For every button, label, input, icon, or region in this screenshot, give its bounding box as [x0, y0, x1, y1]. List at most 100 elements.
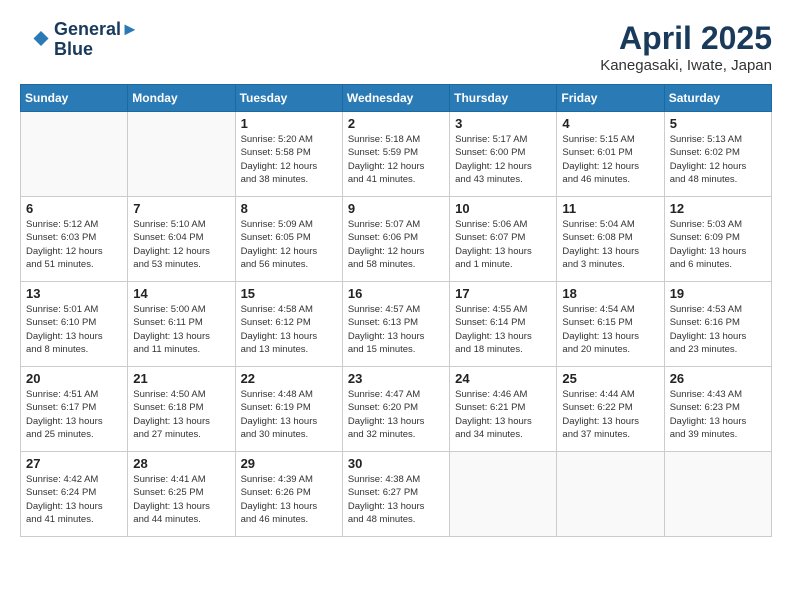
day-info: Sunrise: 5:01 AM Sunset: 6:10 PM Dayligh…: [26, 303, 122, 356]
week-row-2: 13 Sunrise: 5:01 AM Sunset: 6:10 PM Dayli…: [21, 282, 772, 367]
day-number: 30: [348, 456, 444, 471]
weekday-header-row: SundayMondayTuesdayWednesdayThursdayFrid…: [21, 85, 772, 112]
day-number: 12: [670, 201, 766, 216]
day-info: Sunrise: 4:58 AM Sunset: 6:12 PM Dayligh…: [241, 303, 337, 356]
weekday-sunday: Sunday: [21, 85, 128, 112]
day-info: Sunrise: 4:42 AM Sunset: 6:24 PM Dayligh…: [26, 473, 122, 526]
day-number: 9: [348, 201, 444, 216]
day-number: 28: [133, 456, 229, 471]
title-block: April 2025 Kanegasaki, Iwate, Japan: [600, 20, 772, 74]
day-cell: 15 Sunrise: 4:58 AM Sunset: 6:12 PM Dayli…: [235, 282, 342, 367]
day-number: 4: [562, 116, 658, 131]
day-info: Sunrise: 5:04 AM Sunset: 6:08 PM Dayligh…: [562, 218, 658, 271]
calendar-body: 1Sunrise: 5:20 AM Sunset: 5:58 PM Daylig…: [21, 112, 772, 537]
day-info: Sunrise: 5:13 AM Sunset: 6:02 PM Dayligh…: [670, 133, 766, 186]
day-number: 18: [562, 286, 658, 301]
day-info: Sunrise: 5:10 AM Sunset: 6:04 PM Dayligh…: [133, 218, 229, 271]
day-number: 25: [562, 371, 658, 386]
day-number: 14: [133, 286, 229, 301]
day-info: Sunrise: 4:39 AM Sunset: 6:26 PM Dayligh…: [241, 473, 337, 526]
week-row-1: 6 Sunrise: 5:12 AM Sunset: 6:03 PM Daylig…: [21, 197, 772, 282]
day-number: 5: [670, 116, 766, 131]
week-row-0: 1Sunrise: 5:20 AM Sunset: 5:58 PM Daylig…: [21, 112, 772, 197]
day-info: Sunrise: 4:38 AM Sunset: 6:27 PM Dayligh…: [348, 473, 444, 526]
day-cell: 7 Sunrise: 5:10 AM Sunset: 6:04 PM Daylig…: [128, 197, 235, 282]
day-number: 26: [670, 371, 766, 386]
day-info: Sunrise: 5:12 AM Sunset: 6:03 PM Dayligh…: [26, 218, 122, 271]
logo-icon: [20, 25, 50, 55]
day-cell: 30 Sunrise: 4:38 AM Sunset: 6:27 PM Dayli…: [342, 452, 449, 537]
day-cell: 28 Sunrise: 4:41 AM Sunset: 6:25 PM Dayli…: [128, 452, 235, 537]
day-cell: 29Sunrise: 4:39 AM Sunset: 6:26 PM Dayli…: [235, 452, 342, 537]
day-number: 6: [26, 201, 122, 216]
day-info: Sunrise: 4:41 AM Sunset: 6:25 PM Dayligh…: [133, 473, 229, 526]
day-info: Sunrise: 4:54 AM Sunset: 6:15 PM Dayligh…: [562, 303, 658, 356]
day-number: 23: [348, 371, 444, 386]
day-number: 10: [455, 201, 551, 216]
day-cell: 5 Sunrise: 5:13 AM Sunset: 6:02 PM Daylig…: [664, 112, 771, 197]
day-number: 1: [241, 116, 337, 131]
day-cell: 26 Sunrise: 4:43 AM Sunset: 6:23 PM Dayli…: [664, 367, 771, 452]
weekday-friday: Friday: [557, 85, 664, 112]
day-cell: 12 Sunrise: 5:03 AM Sunset: 6:09 PM Dayli…: [664, 197, 771, 282]
weekday-wednesday: Wednesday: [342, 85, 449, 112]
day-cell: 6 Sunrise: 5:12 AM Sunset: 6:03 PM Daylig…: [21, 197, 128, 282]
weekday-thursday: Thursday: [450, 85, 557, 112]
day-number: 21: [133, 371, 229, 386]
weekday-monday: Monday: [128, 85, 235, 112]
day-info: Sunrise: 4:47 AM Sunset: 6:20 PM Dayligh…: [348, 388, 444, 441]
day-number: 3: [455, 116, 551, 131]
location-subtitle: Kanegasaki, Iwate, Japan: [600, 57, 772, 74]
day-info: Sunrise: 5:17 AM Sunset: 6:00 PM Dayligh…: [455, 133, 551, 186]
day-number: 19: [670, 286, 766, 301]
day-cell: 11 Sunrise: 5:04 AM Sunset: 6:08 PM Dayli…: [557, 197, 664, 282]
day-cell: 25 Sunrise: 4:44 AM Sunset: 6:22 PM Dayli…: [557, 367, 664, 452]
day-info: Sunrise: 5:03 AM Sunset: 6:09 PM Dayligh…: [670, 218, 766, 271]
day-info: Sunrise: 4:53 AM Sunset: 6:16 PM Dayligh…: [670, 303, 766, 356]
weekday-tuesday: Tuesday: [235, 85, 342, 112]
day-cell: 23 Sunrise: 4:47 AM Sunset: 6:20 PM Dayli…: [342, 367, 449, 452]
day-info: Sunrise: 4:43 AM Sunset: 6:23 PM Dayligh…: [670, 388, 766, 441]
day-number: 17: [455, 286, 551, 301]
day-cell: [557, 452, 664, 537]
day-info: Sunrise: 5:18 AM Sunset: 5:59 PM Dayligh…: [348, 133, 444, 186]
page-header: General► Blue April 2025 Kanegasaki, Iwa…: [20, 20, 772, 74]
day-cell: 10 Sunrise: 5:06 AM Sunset: 6:07 PM Dayli…: [450, 197, 557, 282]
day-number: 11: [562, 201, 658, 216]
day-cell: 21 Sunrise: 4:50 AM Sunset: 6:18 PM Dayli…: [128, 367, 235, 452]
day-cell: [128, 112, 235, 197]
day-cell: 18 Sunrise: 4:54 AM Sunset: 6:15 PM Dayli…: [557, 282, 664, 367]
day-number: 22: [241, 371, 337, 386]
day-cell: 19 Sunrise: 4:53 AM Sunset: 6:16 PM Dayli…: [664, 282, 771, 367]
calendar-table: SundayMondayTuesdayWednesdayThursdayFrid…: [20, 84, 772, 537]
day-cell: 13 Sunrise: 5:01 AM Sunset: 6:10 PM Dayli…: [21, 282, 128, 367]
day-cell: 14Sunrise: 5:00 AM Sunset: 6:11 PM Dayli…: [128, 282, 235, 367]
day-info: Sunrise: 5:09 AM Sunset: 6:05 PM Dayligh…: [241, 218, 337, 271]
day-cell: 1Sunrise: 5:20 AM Sunset: 5:58 PM Daylig…: [235, 112, 342, 197]
day-cell: [21, 112, 128, 197]
day-cell: 9 Sunrise: 5:07 AM Sunset: 6:06 PM Daylig…: [342, 197, 449, 282]
day-info: Sunrise: 4:55 AM Sunset: 6:14 PM Dayligh…: [455, 303, 551, 356]
day-number: 16: [348, 286, 444, 301]
day-number: 15: [241, 286, 337, 301]
day-cell: 22 Sunrise: 4:48 AM Sunset: 6:19 PM Dayli…: [235, 367, 342, 452]
day-cell: 8Sunrise: 5:09 AM Sunset: 6:05 PM Daylig…: [235, 197, 342, 282]
day-number: 13: [26, 286, 122, 301]
week-row-3: 20Sunrise: 4:51 AM Sunset: 6:17 PM Dayli…: [21, 367, 772, 452]
day-cell: [450, 452, 557, 537]
weekday-saturday: Saturday: [664, 85, 771, 112]
week-row-4: 27 Sunrise: 4:42 AM Sunset: 6:24 PM Dayli…: [21, 452, 772, 537]
day-info: Sunrise: 4:50 AM Sunset: 6:18 PM Dayligh…: [133, 388, 229, 441]
day-cell: 17 Sunrise: 4:55 AM Sunset: 6:14 PM Dayli…: [450, 282, 557, 367]
day-info: Sunrise: 4:48 AM Sunset: 6:19 PM Dayligh…: [241, 388, 337, 441]
day-number: 2: [348, 116, 444, 131]
day-cell: 16Sunrise: 4:57 AM Sunset: 6:13 PM Dayli…: [342, 282, 449, 367]
day-info: Sunrise: 5:07 AM Sunset: 6:06 PM Dayligh…: [348, 218, 444, 271]
day-number: 20: [26, 371, 122, 386]
day-number: 27: [26, 456, 122, 471]
day-info: Sunrise: 5:06 AM Sunset: 6:07 PM Dayligh…: [455, 218, 551, 271]
day-cell: 20Sunrise: 4:51 AM Sunset: 6:17 PM Dayli…: [21, 367, 128, 452]
day-info: Sunrise: 4:44 AM Sunset: 6:22 PM Dayligh…: [562, 388, 658, 441]
day-cell: [664, 452, 771, 537]
day-number: 7: [133, 201, 229, 216]
